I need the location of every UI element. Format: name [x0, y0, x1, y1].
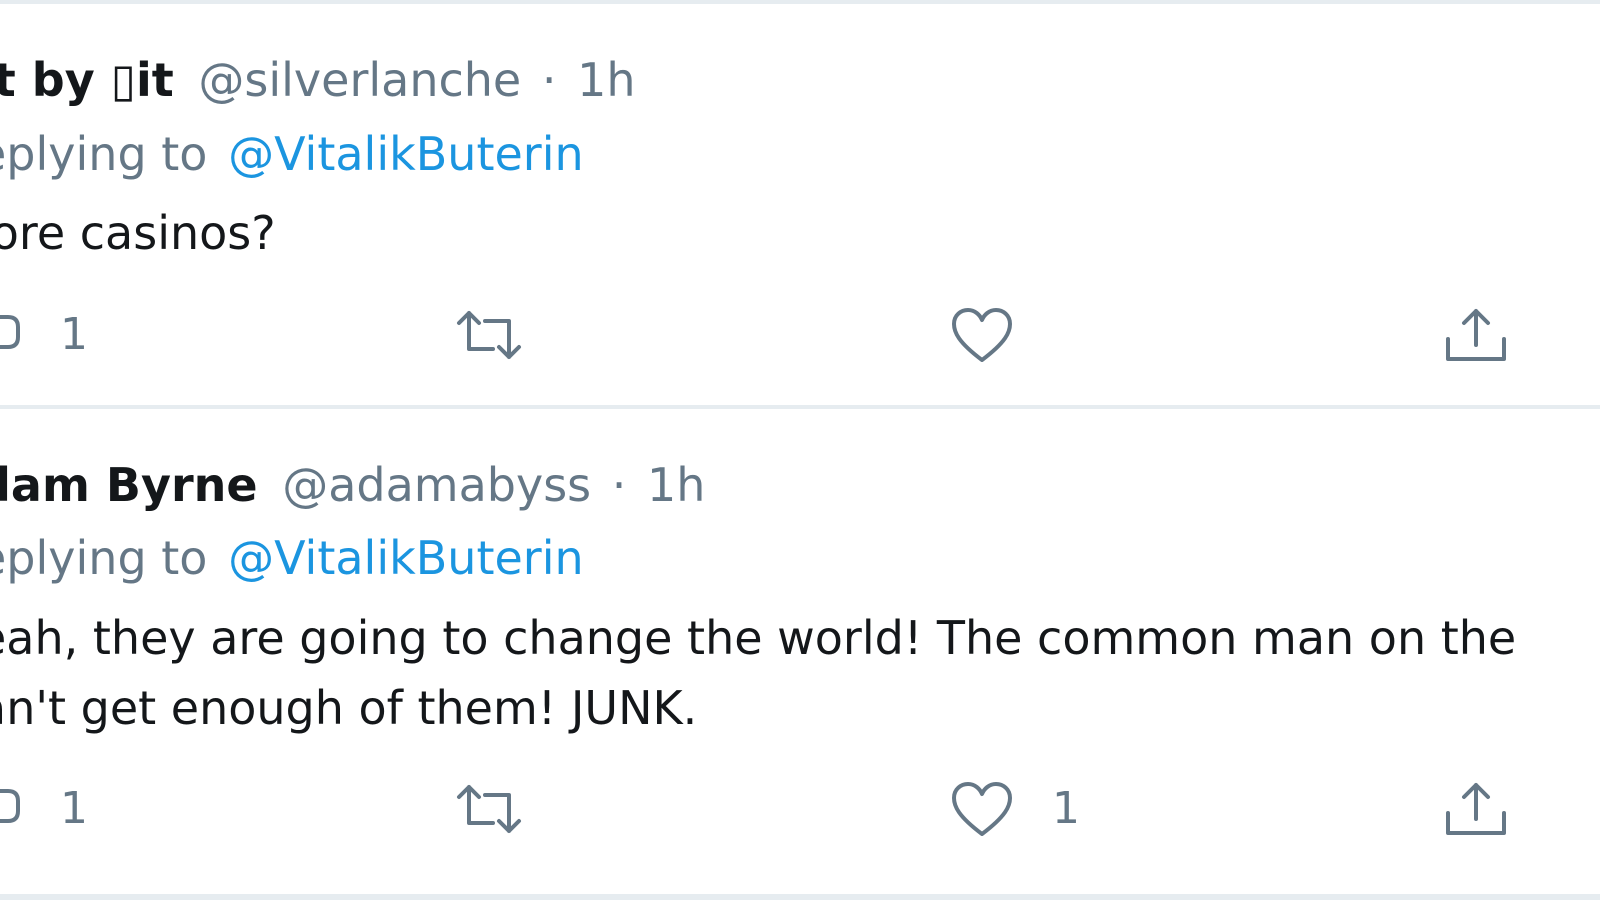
mention-link[interactable]: @VitalikButerin	[228, 127, 584, 181]
divider-bottom	[0, 894, 1600, 900]
reply-icon	[0, 311, 22, 359]
share-icon	[1444, 305, 1508, 365]
like-button[interactable]	[950, 300, 1052, 370]
share-icon	[1444, 779, 1508, 839]
heart-icon	[950, 306, 1014, 364]
replying-to-line: eplying to @VitalikButerin	[0, 530, 584, 586]
tweet-text-line: an't get enough of them! JUNK.	[0, 681, 698, 735]
reply-icon	[0, 785, 22, 833]
separator-dot: ·	[611, 458, 627, 512]
tweet-feed: it by ▯it @silverlanche · 1h eplying to …	[0, 0, 1600, 900]
author-handle[interactable]: @adamabyss	[282, 458, 591, 512]
heart-icon	[950, 780, 1014, 838]
replying-to-line: eplying to @VitalikButerin	[0, 126, 584, 182]
tweet-actions: 1 1	[0, 774, 1600, 844]
replying-label: eplying to	[0, 531, 208, 585]
retweet-button[interactable]	[453, 774, 563, 844]
tweet-text-line: eah, they are going to change the world!…	[0, 611, 1517, 665]
reply-button[interactable]: 1	[0, 300, 88, 370]
timestamp[interactable]: 1h	[647, 458, 705, 512]
retweet-icon	[453, 309, 525, 361]
divider-middle	[0, 405, 1600, 409]
like-count: 1	[1052, 783, 1080, 834]
like-button[interactable]: 1	[950, 774, 1080, 844]
tweet-actions: 1	[0, 300, 1600, 370]
timestamp[interactable]: 1h	[577, 53, 635, 107]
retweet-icon	[453, 783, 525, 835]
reply-button[interactable]: 1	[0, 774, 88, 844]
share-button[interactable]	[1444, 300, 1508, 370]
author-handle[interactable]: @silverlanche	[198, 53, 521, 107]
replying-label: eplying to	[0, 127, 208, 181]
tweet-2[interactable]: dam Byrne @adamabyss · 1h eplying to @Vi…	[0, 410, 1600, 896]
tweet-header: dam Byrne @adamabyss · 1h	[0, 457, 705, 513]
author-name[interactable]: dam Byrne	[0, 458, 258, 512]
separator-dot: ·	[541, 53, 557, 107]
mention-link[interactable]: @VitalikButerin	[228, 531, 584, 585]
reply-count: 1	[60, 783, 88, 834]
share-button[interactable]	[1444, 774, 1508, 844]
retweet-button[interactable]	[453, 300, 563, 370]
author-name[interactable]: it by ▯it	[0, 53, 174, 107]
reply-count: 1	[60, 309, 88, 360]
tweet-1[interactable]: it by ▯it @silverlanche · 1h eplying to …	[0, 0, 1600, 410]
tweet-text-line: lore casinos?	[0, 206, 276, 260]
tweet-header: it by ▯it @silverlanche · 1h	[0, 52, 636, 108]
